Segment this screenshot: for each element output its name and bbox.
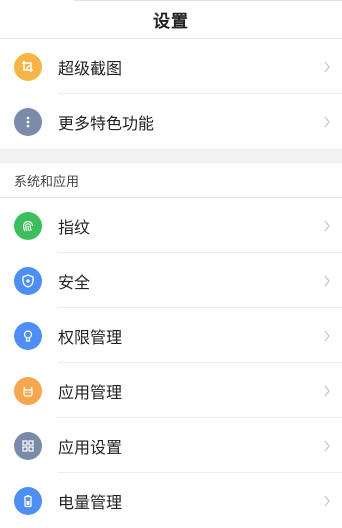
list-item-super-screenshot[interactable]: 超级截图 [0,39,342,94]
battery-icon [14,486,42,515]
grid-icon [14,431,42,460]
list-item-label: 权限管理 [58,327,123,347]
list-item-battery[interactable]: 电量管理 [0,473,342,528]
list-item-label: 指纹 [58,217,91,237]
header-bar: 设置 [0,0,342,39]
fingerprint-icon [14,211,42,240]
chevron-right-icon [320,219,334,233]
list-item-permissions[interactable]: 权限管理 [0,308,342,363]
list-item-app-settings[interactable]: 应用设置 [0,418,342,473]
crop-icon [14,52,42,81]
permission-icon [14,321,42,350]
list-item-label: 更多特色功能 [58,113,155,133]
chevron-right-icon [320,384,334,398]
group-features: 超级截图 更多特色功能 [0,39,342,149]
section-gap [0,149,342,163]
chevron-right-icon [320,115,334,129]
list-item-fingerprint[interactable]: 指纹 [0,198,342,253]
list-item-security[interactable]: 安全 [0,253,342,308]
chevron-right-icon [320,439,334,453]
list-item-more-features[interactable]: 更多特色功能 [0,94,342,149]
chevron-right-icon [320,60,334,74]
list-item-label: 应用设置 [58,437,123,457]
chevron-right-icon [320,274,334,288]
list-item-label: 超级截图 [58,58,123,78]
list-item-label: 安全 [58,272,91,292]
shield-icon [14,266,42,295]
app-manage-icon [14,376,42,405]
group-system-apps: 指纹 安全 权限管理 应用管理 应用设置 电量管理 [0,198,342,528]
list-item-app-management[interactable]: 应用管理 [0,363,342,418]
section-header: 系统和应用 [0,163,342,198]
chevron-right-icon [320,494,334,508]
top-divider [74,0,342,1]
chevron-right-icon [320,329,334,343]
list-item-label: 电量管理 [58,492,123,512]
page-title: 设置 [153,11,189,32]
more-icon [14,107,42,136]
list-item-label: 应用管理 [58,382,123,402]
